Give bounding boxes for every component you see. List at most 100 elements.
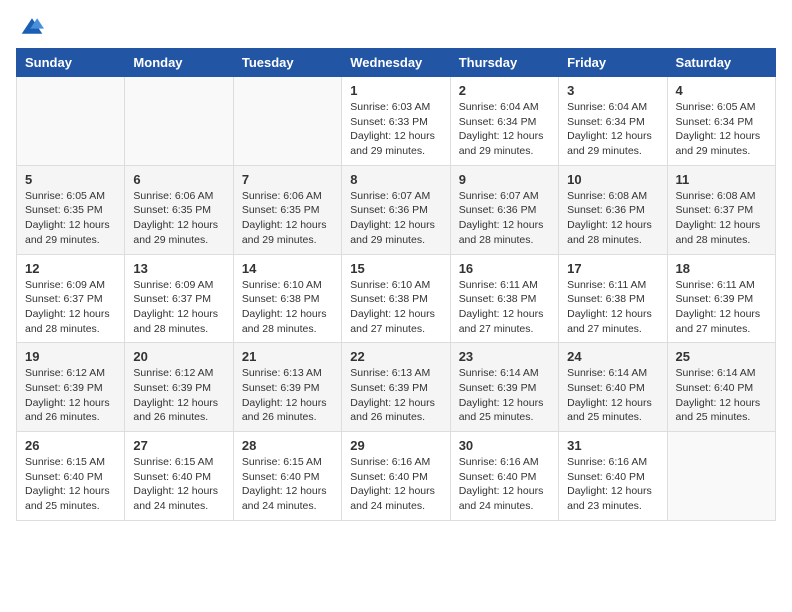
day-number: 15: [350, 261, 441, 276]
calendar-cell: 21Sunrise: 6:13 AM Sunset: 6:39 PM Dayli…: [233, 343, 341, 432]
day-info: Sunrise: 6:08 AM Sunset: 6:37 PM Dayligh…: [676, 189, 767, 248]
day-number: 12: [25, 261, 116, 276]
calendar-cell: 30 Sunrise: 6:16 AM Sunset: 6:40 PM Dayli…: [450, 432, 558, 521]
calendar-cell: 6 Sunrise: 6:06 AM Sunset: 6:35 PM Daylig…: [125, 165, 233, 254]
calendar-cell: 18 Sunrise: 6:11 AM Sunset: 6:39 PM Dayli…: [667, 254, 775, 343]
day-info: Sunrise: 6:06 AM Sunset: 6:35 PM Dayligh…: [133, 189, 224, 248]
day-number: 31: [567, 438, 658, 453]
day-info: Sunrise: 6:08 AM Sunset: 6:36 PM Dayligh…: [567, 189, 658, 248]
day-number: 5: [25, 172, 116, 187]
weekday-header: Tuesday: [233, 49, 341, 77]
day-info: Sunrise: 6:16 AM Sunset: 6:40 PM Dayligh…: [567, 455, 658, 514]
day-number: 2: [459, 83, 550, 98]
calendar-cell: 29 Sunrise: 6:16 AM Sunset: 6:40 PM Dayli…: [342, 432, 450, 521]
day-info: Sunrise: 6:13 AM Sunset: 6:39 PM Dayligh…: [242, 366, 333, 425]
page-header: [16, 16, 776, 36]
day-number: 14: [242, 261, 333, 276]
day-info: Sunrise: 6:15 AM Sunset: 6:40 PM Dayligh…: [133, 455, 224, 514]
calendar-cell: 26Sunrise: 6:15 AM Sunset: 6:40 PM Dayli…: [17, 432, 125, 521]
day-number: 8: [350, 172, 441, 187]
calendar-cell: 20 Sunrise: 6:12 AM Sunset: 6:39 PM Dayli…: [125, 343, 233, 432]
day-info: Sunrise: 6:04 AM Sunset: 6:34 PM Dayligh…: [459, 100, 550, 159]
day-info: Sunrise: 6:13 AM Sunset: 6:39 PM Dayligh…: [350, 366, 441, 425]
day-info: Sunrise: 6:16 AM Sunset: 6:40 PM Dayligh…: [459, 455, 550, 514]
day-number: 10: [567, 172, 658, 187]
calendar-cell: 28 Sunrise: 6:15 AM Sunset: 6:40 PM Dayli…: [233, 432, 341, 521]
day-number: 27: [133, 438, 224, 453]
day-number: 9: [459, 172, 550, 187]
calendar-week-row: 5 Sunrise: 6:05 AM Sunset: 6:35 PM Daylig…: [17, 165, 776, 254]
weekday-header: Friday: [559, 49, 667, 77]
day-info: Sunrise: 6:16 AM Sunset: 6:40 PM Dayligh…: [350, 455, 441, 514]
day-info: Sunrise: 6:09 AM Sunset: 6:37 PM Dayligh…: [25, 278, 116, 337]
calendar-cell: 23Sunrise: 6:14 AM Sunset: 6:39 PM Dayli…: [450, 343, 558, 432]
day-info: Sunrise: 6:07 AM Sunset: 6:36 PM Dayligh…: [350, 189, 441, 248]
calendar-cell: 9 Sunrise: 6:07 AM Sunset: 6:36 PM Daylig…: [450, 165, 558, 254]
day-info: Sunrise: 6:03 AM Sunset: 6:33 PM Dayligh…: [350, 100, 441, 159]
calendar-cell: 3 Sunrise: 6:04 AM Sunset: 6:34 PM Daylig…: [559, 77, 667, 166]
weekday-header: Saturday: [667, 49, 775, 77]
day-number: 30: [459, 438, 550, 453]
day-number: 16: [459, 261, 550, 276]
day-info: Sunrise: 6:12 AM Sunset: 6:39 PM Dayligh…: [133, 366, 224, 425]
calendar-cell: 27 Sunrise: 6:15 AM Sunset: 6:40 PM Dayli…: [125, 432, 233, 521]
calendar-cell: [125, 77, 233, 166]
day-number: 25: [676, 349, 767, 364]
logo: [16, 16, 44, 36]
calendar-week-row: 12 Sunrise: 6:09 AM Sunset: 6:37 PM Dayli…: [17, 254, 776, 343]
day-info: Sunrise: 6:09 AM Sunset: 6:37 PM Dayligh…: [133, 278, 224, 337]
calendar-cell: 17 Sunrise: 6:11 AM Sunset: 6:38 PM Dayli…: [559, 254, 667, 343]
calendar-week-row: 19 Sunrise: 6:12 AM Sunset: 6:39 PM Dayli…: [17, 343, 776, 432]
calendar-cell: 16 Sunrise: 6:11 AM Sunset: 6:38 PM Dayli…: [450, 254, 558, 343]
day-number: 4: [676, 83, 767, 98]
calendar-cell: [667, 432, 775, 521]
calendar-cell: 14 Sunrise: 6:10 AM Sunset: 6:38 PM Dayli…: [233, 254, 341, 343]
calendar-cell: 7 Sunrise: 6:06 AM Sunset: 6:35 PM Daylig…: [233, 165, 341, 254]
calendar-cell: 8 Sunrise: 6:07 AM Sunset: 6:36 PM Daylig…: [342, 165, 450, 254]
calendar-cell: 11 Sunrise: 6:08 AM Sunset: 6:37 PM Dayli…: [667, 165, 775, 254]
calendar-header-row: SundayMondayTuesdayWednesdayThursdayFrid…: [17, 49, 776, 77]
day-number: 17: [567, 261, 658, 276]
calendar-cell: 22Sunrise: 6:13 AM Sunset: 6:39 PM Dayli…: [342, 343, 450, 432]
day-info: Sunrise: 6:05 AM Sunset: 6:35 PM Dayligh…: [25, 189, 116, 248]
calendar-cell: 19 Sunrise: 6:12 AM Sunset: 6:39 PM Dayli…: [17, 343, 125, 432]
day-info: Sunrise: 6:10 AM Sunset: 6:38 PM Dayligh…: [242, 278, 333, 337]
day-info: Sunrise: 6:14 AM Sunset: 6:40 PM Dayligh…: [567, 366, 658, 425]
day-number: 24: [567, 349, 658, 364]
day-number: 18: [676, 261, 767, 276]
weekday-header: Thursday: [450, 49, 558, 77]
day-info: Sunrise: 6:15 AM Sunset: 6:40 PM Dayligh…: [242, 455, 333, 514]
day-number: 7: [242, 172, 333, 187]
calendar-cell: 12 Sunrise: 6:09 AM Sunset: 6:37 PM Dayli…: [17, 254, 125, 343]
day-info: Sunrise: 6:11 AM Sunset: 6:38 PM Dayligh…: [459, 278, 550, 337]
calendar-cell: 31 Sunrise: 6:16 AM Sunset: 6:40 PM Dayli…: [559, 432, 667, 521]
calendar-cell: 1 Sunrise: 6:03 AM Sunset: 6:33 PM Daylig…: [342, 77, 450, 166]
weekday-header: Sunday: [17, 49, 125, 77]
calendar-cell: 4 Sunrise: 6:05 AM Sunset: 6:34 PM Daylig…: [667, 77, 775, 166]
day-info: Sunrise: 6:14 AM Sunset: 6:39 PM Dayligh…: [459, 366, 550, 425]
calendar-cell: [17, 77, 125, 166]
day-number: 28: [242, 438, 333, 453]
day-info: Sunrise: 6:04 AM Sunset: 6:34 PM Dayligh…: [567, 100, 658, 159]
day-number: 26: [25, 438, 116, 453]
day-number: 6: [133, 172, 224, 187]
day-info: Sunrise: 6:05 AM Sunset: 6:34 PM Dayligh…: [676, 100, 767, 159]
day-number: 20: [133, 349, 224, 364]
day-number: 13: [133, 261, 224, 276]
calendar-week-row: 1 Sunrise: 6:03 AM Sunset: 6:33 PM Daylig…: [17, 77, 776, 166]
day-number: 29: [350, 438, 441, 453]
day-number: 1: [350, 83, 441, 98]
day-info: Sunrise: 6:11 AM Sunset: 6:39 PM Dayligh…: [676, 278, 767, 337]
day-info: Sunrise: 6:10 AM Sunset: 6:38 PM Dayligh…: [350, 278, 441, 337]
day-info: Sunrise: 6:07 AM Sunset: 6:36 PM Dayligh…: [459, 189, 550, 248]
day-number: 3: [567, 83, 658, 98]
day-info: Sunrise: 6:06 AM Sunset: 6:35 PM Dayligh…: [242, 189, 333, 248]
day-number: 19: [25, 349, 116, 364]
calendar-cell: 5 Sunrise: 6:05 AM Sunset: 6:35 PM Daylig…: [17, 165, 125, 254]
day-info: Sunrise: 6:11 AM Sunset: 6:38 PM Dayligh…: [567, 278, 658, 337]
day-number: 11: [676, 172, 767, 187]
day-info: Sunrise: 6:12 AM Sunset: 6:39 PM Dayligh…: [25, 366, 116, 425]
calendar-table: SundayMondayTuesdayWednesdayThursdayFrid…: [16, 48, 776, 521]
weekday-header: Monday: [125, 49, 233, 77]
calendar-cell: 24 Sunrise: 6:14 AM Sunset: 6:40 PM Dayli…: [559, 343, 667, 432]
